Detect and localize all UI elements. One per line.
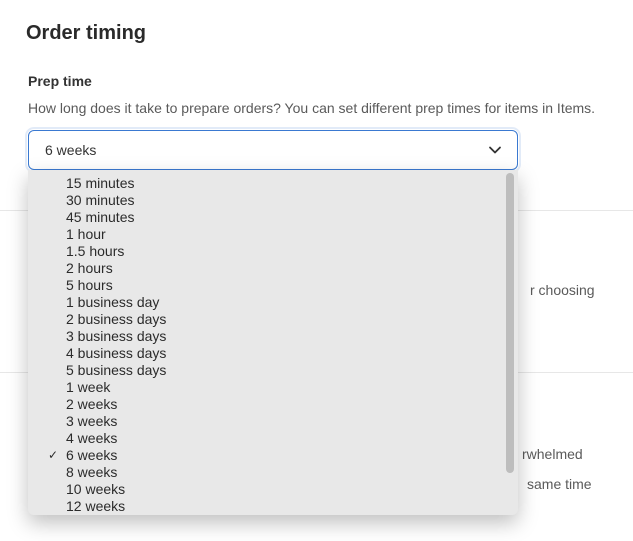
- option-label: 12 weeks: [66, 498, 125, 514]
- option-label: 1 business day: [66, 294, 159, 310]
- prep-time-option[interactable]: 5 business days: [28, 362, 518, 379]
- prep-time-option[interactable]: 45 minutes: [28, 209, 518, 226]
- prep-time-option[interactable]: 2 weeks: [28, 396, 518, 413]
- option-label: 4 business days: [66, 345, 166, 361]
- obscured-text: same time: [527, 476, 592, 492]
- option-label: 5 hours: [66, 277, 113, 293]
- prep-time-selected-value: 6 weeks: [45, 142, 96, 158]
- prep-time-option[interactable]: 1.5 hours: [28, 243, 518, 260]
- prep-time-option[interactable]: 5 hours: [28, 277, 518, 294]
- option-label: 1 week: [66, 379, 110, 395]
- option-label: 3 business days: [66, 328, 166, 344]
- prep-time-option[interactable]: 10 weeks: [28, 481, 518, 498]
- prep-time-option[interactable]: 2 hours: [28, 260, 518, 277]
- option-label: 3 weeks: [66, 413, 117, 429]
- option-label: 5 business days: [66, 362, 166, 378]
- prep-time-option[interactable]: 3 weeks: [28, 413, 518, 430]
- prep-time-option[interactable]: 12 weeks: [28, 498, 518, 515]
- prep-time-option[interactable]: 3 business days: [28, 328, 518, 345]
- prep-time-option[interactable]: 1 business day: [28, 294, 518, 311]
- option-label: 2 business days: [66, 311, 166, 327]
- prep-time-option[interactable]: ✓ 6 weeks: [28, 447, 518, 464]
- obscured-text: rwhelmed: [522, 446, 583, 462]
- prep-time-option[interactable]: 30 minutes: [28, 192, 518, 209]
- prep-time-dropdown: 15 minutes30 minutes45 minutes1 hour1.5 …: [28, 170, 518, 515]
- prep-time-option[interactable]: 4 weeks: [28, 430, 518, 447]
- option-label: 4 weeks: [66, 430, 117, 446]
- page-title: Order timing: [0, 0, 633, 45]
- option-label: 30 minutes: [66, 192, 134, 208]
- option-label: 2 hours: [66, 260, 113, 276]
- prep-time-option[interactable]: 8 weeks: [28, 464, 518, 481]
- check-icon: ✓: [48, 447, 58, 464]
- option-label: 45 minutes: [66, 209, 134, 225]
- option-label: 6 weeks: [66, 447, 117, 463]
- prep-time-option[interactable]: 1 hour: [28, 226, 518, 243]
- scrollbar-thumb[interactable]: [506, 173, 514, 473]
- chevron-down-icon: [487, 142, 503, 158]
- prep-time-help: How long does it take to prepare orders?…: [0, 89, 633, 119]
- prep-time-option[interactable]: 2 business days: [28, 311, 518, 328]
- option-label: 1.5 hours: [66, 243, 124, 259]
- option-label: 15 minutes: [66, 175, 134, 191]
- prep-time-option[interactable]: 15 minutes: [28, 173, 518, 192]
- prep-time-option[interactable]: 1 week: [28, 379, 518, 396]
- option-label: 10 weeks: [66, 481, 125, 497]
- option-label: 1 hour: [66, 226, 106, 242]
- prep-time-label: Prep time: [0, 45, 633, 89]
- obscured-text: r choosing: [530, 282, 595, 298]
- option-label: 2 weeks: [66, 396, 117, 412]
- prep-time-select[interactable]: 6 weeks: [28, 130, 518, 170]
- prep-time-option[interactable]: 4 business days: [28, 345, 518, 362]
- option-label: 8 weeks: [66, 464, 117, 480]
